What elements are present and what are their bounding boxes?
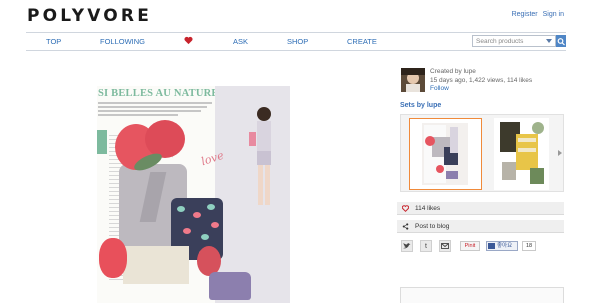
signin-link[interactable]: Sign in [543,11,564,18]
twitter-button[interactable] [401,240,413,252]
auth-links: Register Sign in [509,11,564,18]
likes-count: 114 likes [415,205,441,212]
post-to-blog-label: Post to blog [415,223,450,230]
avatar[interactable] [401,68,425,92]
heart-icon[interactable] [184,36,193,45]
follow-link[interactable]: Follow [430,85,532,94]
model-figure [249,107,271,205]
tulip-flower [99,238,127,278]
magazine-text-block [98,102,212,118]
email-icon [441,243,449,249]
tulip-flower [145,120,185,158]
sets-title[interactable]: Sets by lupe [400,102,441,109]
polyvore-logo[interactable]: POLYVORE [27,6,152,26]
twitter-icon [403,243,411,249]
chevron-down-icon[interactable] [546,39,552,43]
email-button[interactable] [439,240,451,252]
collage-image[interactable]: SI BELLES AU NATUREL love [97,86,290,303]
carousel-next-icon[interactable] [558,150,562,156]
nav-following[interactable]: FOLLOWING [100,37,145,46]
handbag-item [209,272,251,300]
facebook-like-count: 18 [522,241,536,251]
avatar-image [401,68,425,92]
post-to-blog-button[interactable]: Post to blog [397,220,564,233]
set-thumbnail[interactable] [409,118,482,190]
facebook-like-button[interactable]: 좋아요 [486,241,518,251]
creator-stats: 15 days ago, 1,422 views, 114 likes [430,76,533,84]
magazine-green-block [97,130,107,154]
facebook-like-label: 좋아요 [497,243,513,249]
shorts-item [123,246,189,284]
tumblr-button[interactable]: t [420,240,432,252]
set-thumbnail[interactable] [494,118,549,190]
facebook-icon [488,243,495,249]
search-button[interactable] [556,35,566,47]
nav-top[interactable]: TOP [46,37,61,46]
nav-ask[interactable]: ASK [233,37,248,46]
tumblr-icon: t [425,243,427,250]
register-link[interactable]: Register [512,11,538,18]
share-icon [402,223,409,230]
set-thumbnail-image [494,118,549,190]
search-input[interactable]: Search products [472,35,556,47]
creator-info: Created by lupe 15 days ago, 1,422 views… [430,68,532,94]
search-placeholder: Search products [476,38,524,45]
main-nav: TOP FOLLOWING ASK SHOP CREATE Search pro… [26,32,566,51]
comments-box [400,287,564,303]
heart-outline-icon [402,205,409,212]
search-icon [557,38,565,46]
like-button[interactable]: 114 likes [397,202,564,215]
nav-shop[interactable]: SHOP [287,37,308,46]
magazine-title: SI BELLES AU NATUREL [98,88,226,99]
nav-create[interactable]: CREATE [347,37,377,46]
set-thumbnail-image [422,123,468,185]
pinterest-button[interactable]: Pinit [460,241,480,251]
creator-line: Created by lupe [430,68,476,75]
